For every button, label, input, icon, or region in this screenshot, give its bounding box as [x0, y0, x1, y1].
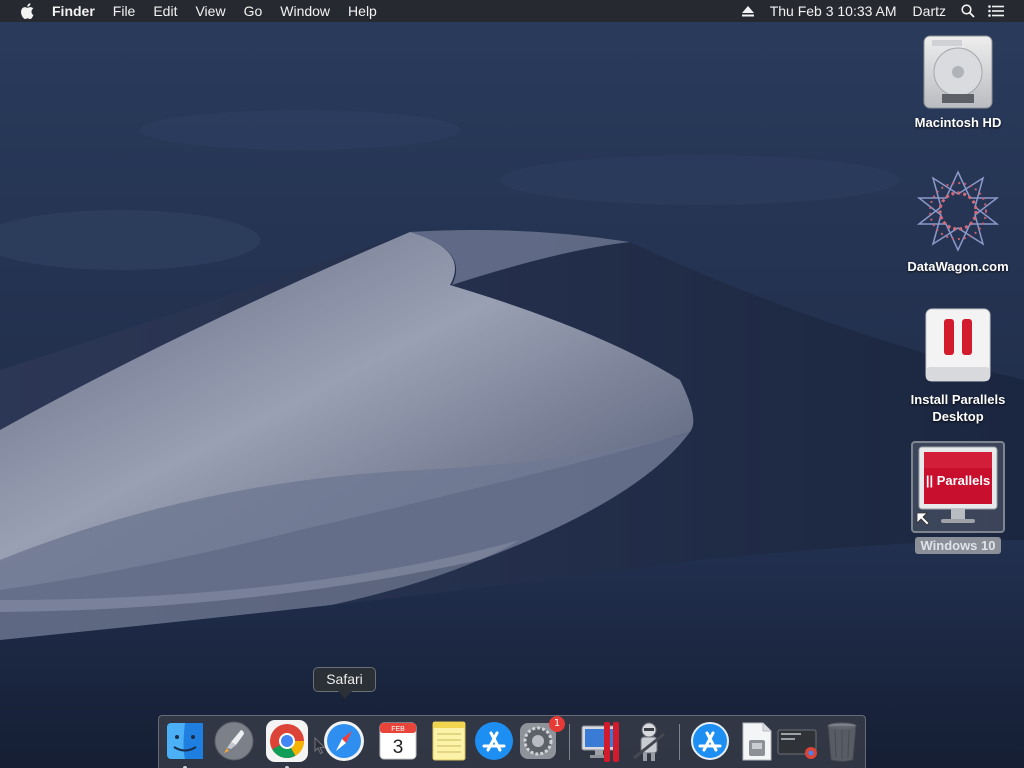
- parallels-desktop-icon: [581, 722, 619, 762]
- trash-icon: [827, 722, 857, 762]
- menu-go[interactable]: Go: [235, 0, 272, 22]
- desktop-wallpaper: [0, 0, 1024, 768]
- menu-user[interactable]: Dartz: [905, 0, 954, 22]
- menu-window[interactable]: Window: [271, 0, 339, 22]
- dock-item-trash[interactable]: [819, 718, 865, 764]
- desktop-icon-label: Macintosh HD: [914, 115, 1002, 130]
- apple-menu-icon[interactable]: [12, 0, 42, 22]
- dock-separator: [569, 724, 570, 760]
- launchpad-icon: [214, 721, 254, 761]
- menu-help[interactable]: Help: [339, 0, 386, 22]
- safari-icon: [324, 721, 364, 761]
- finder-icon: [167, 723, 203, 759]
- calendar-icon: FEB 3: [379, 722, 417, 760]
- calendar-day: 3: [393, 737, 404, 758]
- downloads-stack-icon: [777, 729, 817, 759]
- app-store-icon: [475, 722, 513, 760]
- applications-folder-icon: [691, 722, 729, 760]
- calendar-month: FEB: [391, 726, 405, 733]
- notes-icon: [432, 721, 466, 761]
- dock-item-applications[interactable]: [687, 718, 733, 764]
- dock-item-app-store[interactable]: [471, 718, 517, 764]
- parallels-installer-icon: [925, 308, 991, 382]
- desktop-icon-datawagon[interactable]: DataWagon.com: [898, 168, 1018, 275]
- desktop-icon-label: Windows 10: [915, 537, 1001, 554]
- dock-separator: [679, 724, 680, 760]
- desktop-icon-install-parallels[interactable]: Install Parallels Desktop: [898, 305, 1018, 425]
- notification-badge: 1: [549, 716, 565, 732]
- desktop-icon-label: Install Parallels Desktop: [910, 392, 1006, 424]
- documents-stack-icon: [742, 722, 772, 761]
- dock-item-safari[interactable]: [321, 718, 367, 764]
- parallels-vm-icon: || Parallels: [916, 446, 998, 526]
- spotlight-search-icon[interactable]: [954, 0, 982, 22]
- dock-item-launchpad[interactable]: [211, 718, 257, 764]
- dock-item-documents[interactable]: [733, 718, 779, 764]
- dock: FEB 3 1: [158, 715, 866, 768]
- vm-screen-logo-text: || Parallels: [926, 473, 990, 488]
- dock-item-chrome[interactable]: [264, 718, 310, 768]
- menu-file[interactable]: File: [104, 0, 145, 22]
- desktop-icon-macintosh-hd[interactable]: Macintosh HD: [898, 30, 1018, 131]
- menu-view[interactable]: View: [186, 0, 234, 22]
- dock-item-automator[interactable]: [626, 718, 672, 764]
- menu-app-finder[interactable]: Finder: [42, 0, 104, 22]
- dock-item-finder[interactable]: [162, 718, 208, 768]
- menu-clock[interactable]: Thu Feb 3 10:33 AM: [762, 0, 905, 22]
- menu-edit[interactable]: Edit: [144, 0, 186, 22]
- dock-item-parallels-desktop[interactable]: [579, 718, 625, 764]
- desktop-icon-windows-10[interactable]: || Parallels Windows 10: [898, 441, 1018, 555]
- dock-item-notes[interactable]: [425, 718, 471, 764]
- notification-center-icon[interactable]: [982, 0, 1010, 22]
- dock-item-system-preferences[interactable]: 1: [515, 716, 565, 764]
- desktop-icon-label: DataWagon.com: [907, 259, 1009, 274]
- hard-drive-icon: [923, 35, 993, 109]
- selected-icon-frame: || Parallels: [911, 441, 1005, 533]
- chrome-icon: [266, 720, 308, 762]
- eject-icon[interactable]: [734, 0, 762, 22]
- menu-bar: Finder File Edit View Go Window Help Thu…: [0, 0, 1024, 22]
- dock-item-downloads[interactable]: [775, 718, 821, 764]
- dock-tooltip: Safari: [313, 667, 376, 699]
- dock-item-calendar[interactable]: FEB 3: [375, 718, 421, 764]
- network-share-icon: [916, 170, 1000, 252]
- automator-icon: [633, 722, 665, 761]
